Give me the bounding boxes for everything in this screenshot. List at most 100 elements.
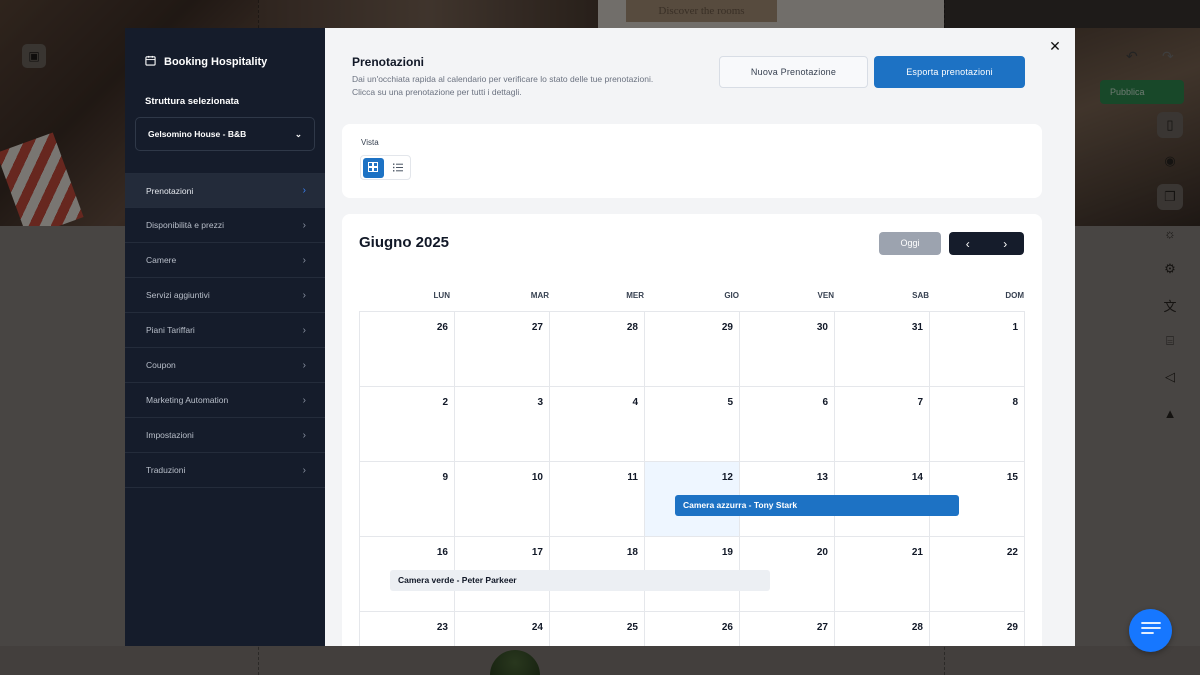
chevron-right-icon: ›	[302, 289, 306, 301]
day-number: 17	[531, 547, 543, 558]
sidebar-item-disponibilita[interactable]: Disponibilità e prezzi ›	[125, 208, 325, 243]
sidebar-item-camere[interactable]: Camere ›	[125, 243, 325, 278]
calendar-day-cell[interactable]: 10	[455, 462, 550, 537]
export-bookings-button[interactable]: Esporta prenotazioni	[874, 56, 1025, 88]
list-view-button[interactable]	[388, 158, 409, 178]
calendar-day-cell[interactable]: 6	[740, 387, 835, 462]
calendar-day-cell[interactable]: 26	[645, 612, 740, 646]
chevron-right-icon: ›	[302, 429, 306, 441]
month-nav: ‹ ›	[949, 232, 1024, 255]
chat-button[interactable]	[1129, 609, 1172, 652]
calendar-day-cell[interactable]: 8	[930, 387, 1025, 462]
calendar-day-cell[interactable]: 21	[835, 537, 930, 612]
day-number: 25	[626, 622, 638, 633]
chevron-right-icon: ›	[302, 219, 306, 231]
weekday-label: MAR	[530, 291, 549, 300]
sidebar-item-marketing[interactable]: Marketing Automation ›	[125, 383, 325, 418]
structure-label: Struttura selezionata	[145, 96, 239, 107]
calendar-day-cell[interactable]: 27	[455, 312, 550, 387]
day-number: 22	[1006, 547, 1018, 558]
sidebar-item-piani-tariffari[interactable]: Piani Tariffari ›	[125, 313, 325, 348]
chevron-right-icon: ›	[302, 394, 306, 406]
day-number: 20	[816, 547, 828, 558]
day-number: 6	[822, 397, 828, 408]
day-number: 11	[627, 472, 638, 483]
calendar-day-cell[interactable]: 27	[740, 612, 835, 646]
calendar-day-cell[interactable]: 26	[360, 312, 455, 387]
today-button[interactable]: Oggi	[879, 232, 941, 255]
chevron-right-icon: ›	[302, 359, 306, 371]
description-line: Dai un'occhiata rapida al calendario per…	[352, 74, 654, 84]
calendar-icon	[145, 55, 156, 69]
weekday-label: SAB	[912, 291, 929, 300]
weekday-label: VEN	[817, 291, 834, 300]
calendar-day-cell[interactable]: 28	[835, 612, 930, 646]
day-number: 10	[531, 472, 543, 483]
sidebar-item-coupon[interactable]: Coupon ›	[125, 348, 325, 383]
chevron-right-icon: ›	[302, 185, 306, 196]
sidebar-item-prenotazioni[interactable]: Prenotazioni ›	[125, 173, 325, 208]
day-number: 18	[626, 547, 638, 558]
calendar-day-cell[interactable]: 9	[360, 462, 455, 537]
grid-icon	[368, 159, 379, 177]
day-number: 27	[816, 622, 828, 633]
calendar-grid: 26 27 28 29 30 31 1 2 3 4 5 6 7 8 9 10 11 12 13 14 15 16 17 18 1…	[359, 311, 1025, 646]
day-number: 3	[537, 397, 543, 408]
calendar-day-cell[interactable]: 28	[550, 312, 645, 387]
day-number: 23	[436, 622, 448, 633]
sidebar-item-impostazioni[interactable]: Impostazioni ›	[125, 418, 325, 453]
calendar-day-cell[interactable]: 1	[930, 312, 1025, 387]
calendar-day-cell[interactable]: 11	[550, 462, 645, 537]
calendar-day-cell[interactable]: 3	[455, 387, 550, 462]
calendar-day-cell[interactable]: 29	[645, 312, 740, 387]
sidebar-item-traduzioni[interactable]: Traduzioni ›	[125, 453, 325, 488]
property-select[interactable]: Gelsomino House - B&B ⌄	[135, 117, 315, 151]
view-card: Vista	[342, 124, 1042, 198]
day-number: 21	[911, 547, 923, 558]
chat-icon	[1140, 621, 1161, 640]
booking-event[interactable]: Camera azzurra - Tony Stark	[675, 495, 959, 516]
calendar-day-cell[interactable]: 31	[835, 312, 930, 387]
calendar-day-cell[interactable]: 2	[360, 387, 455, 462]
page-description: Dai un'occhiata rapida al calendario per…	[352, 73, 712, 99]
weekday-label: MER	[626, 291, 644, 300]
chevron-down-icon: ⌄	[294, 128, 302, 139]
sidebar-item-label: Impostazioni	[146, 430, 194, 440]
sidebar-item-label: Servizi aggiuntivi	[146, 290, 210, 300]
day-number: 14	[911, 472, 923, 483]
calendar-day-cell[interactable]: 7	[835, 387, 930, 462]
booking-event[interactable]: Camera verde - Peter Parkeer	[390, 570, 770, 591]
day-number: 8	[1012, 397, 1018, 408]
weekday-header: LUN MAR MER GIO VEN SAB DOM	[359, 291, 1024, 300]
chevron-right-icon: ›	[302, 464, 306, 476]
view-label: Vista	[361, 138, 379, 147]
calendar-day-cell[interactable]: 4	[550, 387, 645, 462]
calendar-day-cell[interactable]: 25	[550, 612, 645, 646]
day-number: 9	[442, 472, 448, 483]
calendar-day-cell[interactable]: 29	[930, 612, 1025, 646]
chevron-right-icon: ›	[302, 254, 306, 266]
weekday-label: LUN	[433, 291, 450, 300]
sidebar-item-label: Camere	[146, 255, 177, 265]
sidebar-item-servizi[interactable]: Servizi aggiuntivi ›	[125, 278, 325, 313]
next-month-button[interactable]: ›	[987, 232, 1025, 255]
page-title: Prenotazioni	[352, 55, 425, 69]
day-number: 24	[531, 622, 543, 633]
calendar-day-cell[interactable]: 5	[645, 387, 740, 462]
day-number: 4	[632, 397, 638, 408]
day-number: 29	[1006, 622, 1018, 633]
weekday-label: GIO	[724, 291, 739, 300]
calendar-day-cell[interactable]: 23	[360, 612, 455, 646]
day-number: 28	[626, 322, 638, 333]
calendar-view-button[interactable]	[363, 158, 384, 178]
property-select-value: Gelsomino House - B&B	[148, 129, 247, 139]
prev-month-button[interactable]: ‹	[949, 232, 987, 255]
new-booking-button[interactable]: Nuova Prenotazione	[719, 56, 868, 88]
description-line: Clicca su una prenotazione per tutti i d…	[352, 87, 522, 97]
sidebar-item-label: Prenotazioni	[146, 185, 194, 196]
calendar-day-cell[interactable]: 22	[930, 537, 1025, 612]
day-number: 30	[816, 322, 828, 333]
calendar-day-cell[interactable]: 30	[740, 312, 835, 387]
calendar-day-cell[interactable]: 24	[455, 612, 550, 646]
day-number: 12	[721, 472, 733, 483]
